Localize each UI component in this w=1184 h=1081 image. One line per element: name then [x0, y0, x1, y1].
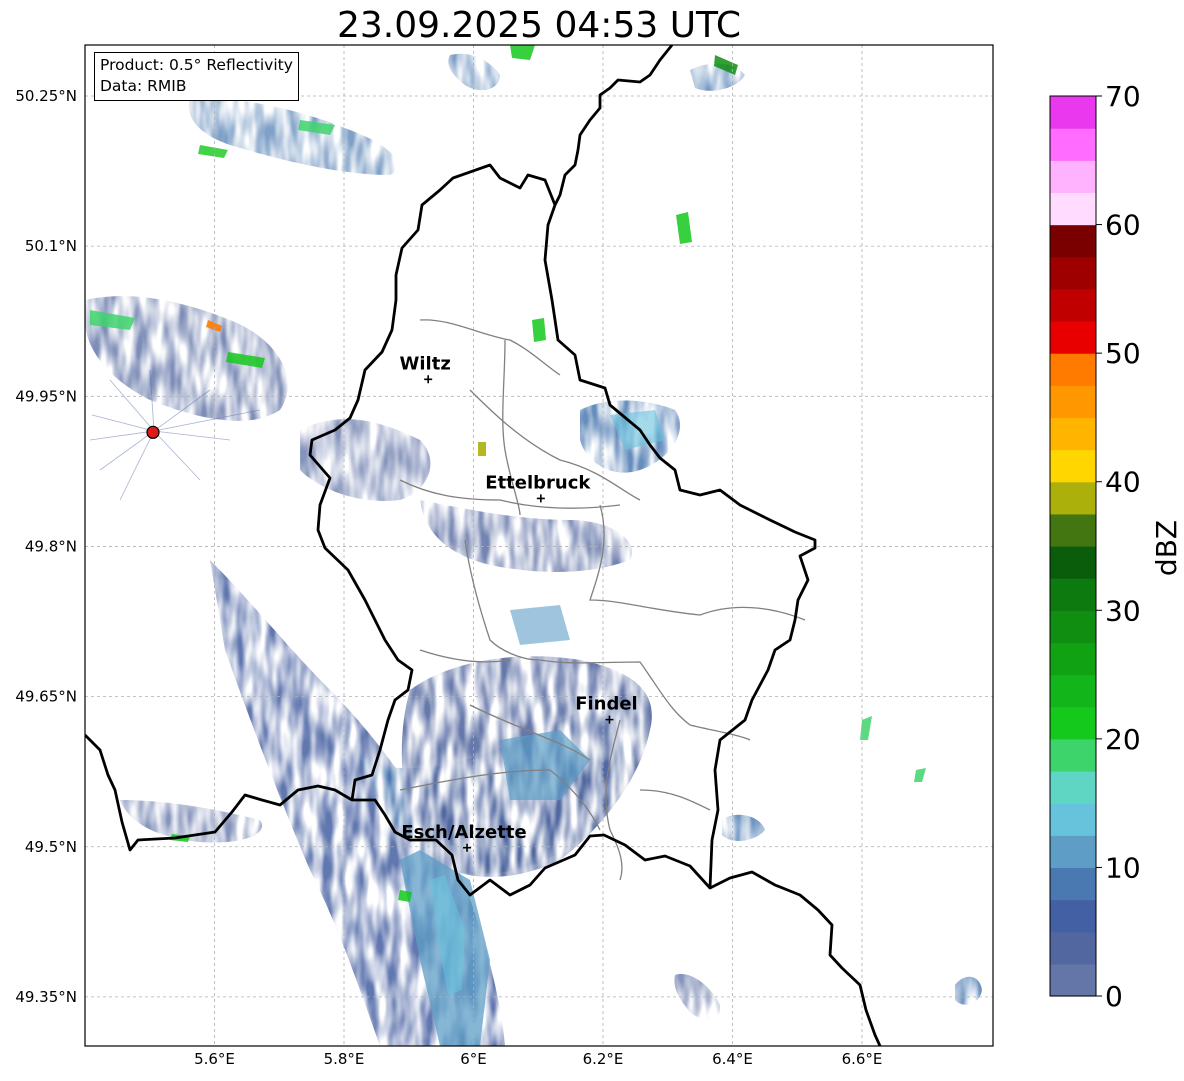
colorbar-segment	[1050, 288, 1096, 322]
colorbar-segment	[1050, 385, 1096, 419]
colorbar-tick-label: 50	[1105, 337, 1141, 370]
colorbar-segment	[1050, 706, 1096, 740]
latitude-tick-label: 49.8°N	[25, 537, 77, 555]
longitude-tick-label: 6.6°E	[842, 1050, 883, 1068]
colorbar-tick-label: 30	[1105, 594, 1141, 627]
colorbar-segment	[1050, 192, 1096, 226]
colorbar-tick-label: 0	[1105, 980, 1123, 1013]
colorbar-segment	[1050, 835, 1096, 869]
colorbar	[1049, 95, 1097, 997]
radar-map-figure: WiltzEttelbruckFindelEsch/Alzette 5.6°E 5…	[15, 44, 1183, 1068]
city-label: Esch/Alzette	[401, 822, 526, 843]
radar-site-marker[interactable]	[146, 425, 160, 439]
colorbar-segment	[1050, 899, 1096, 933]
colorbar-segment	[1050, 481, 1096, 515]
data-source-line: Data: RMIB	[100, 77, 187, 95]
longitude-ticks: 5.6°E 5.8°E 6°E 6.2°E 6.4°E 6.6°E	[194, 1050, 882, 1068]
colorbar-segment	[1050, 610, 1096, 644]
colorbar-segment	[1050, 256, 1096, 290]
latitude-ticks: 50.25°N 50.1°N 49.95°N 49.8°N 49.65°N 49.5°N 4…	[15, 87, 77, 1006]
colorbar-segment	[1050, 353, 1096, 386]
latitude-tick-label: 49.65°N	[15, 688, 77, 706]
colorbar-segment	[1050, 321, 1096, 354]
yellow-echo-center	[478, 442, 486, 456]
colorbar-segment	[1050, 128, 1096, 161]
latitude-tick-label: 50.1°N	[25, 237, 77, 255]
colorbar-ticks: 0 10 20 30 40 50 60 70	[1096, 80, 1141, 1013]
latitude-tick-label: 49.35°N	[15, 988, 77, 1006]
colorbar-segment	[1050, 513, 1096, 547]
colorbar-tick-label: 40	[1105, 466, 1141, 499]
colorbar-segment	[1050, 449, 1096, 483]
longitude-tick-label: 6.2°E	[583, 1050, 624, 1068]
colorbar-tick-label: 60	[1105, 209, 1141, 242]
colorbar-segment	[1050, 867, 1096, 901]
colorbar-segment	[1050, 160, 1096, 194]
city-label: Findel	[575, 694, 638, 715]
green-echo-south	[398, 890, 412, 902]
longitude-tick-label: 5.6°E	[194, 1050, 235, 1068]
colorbar-segment	[1050, 674, 1096, 708]
colorbar-segment	[1050, 546, 1096, 579]
city-label: Ettelbruck	[485, 472, 591, 493]
latitude-tick-label: 49.95°N	[15, 387, 77, 405]
longitude-tick-label: 6.4°E	[712, 1050, 753, 1068]
colorbar-tick-label: 10	[1105, 851, 1141, 884]
colorbar-segment	[1050, 771, 1096, 804]
colorbar-segment	[1050, 417, 1096, 451]
longitude-tick-label: 6°E	[460, 1050, 487, 1068]
colorbar-segment	[1050, 931, 1096, 965]
colorbar-segment	[1050, 738, 1096, 772]
colorbar-segment	[1050, 96, 1096, 129]
product-line: Product: 0.5° Reflectivity	[100, 56, 293, 74]
colorbar-label: dBZ	[1150, 520, 1183, 576]
colorbar-segment	[1050, 963, 1096, 997]
colorbar-segment	[1050, 803, 1096, 836]
light-echo-center	[510, 605, 570, 645]
city-label: Wiltz	[400, 353, 451, 374]
colorbar-tick-label: 70	[1105, 80, 1141, 113]
colorbar-tick-label: 20	[1105, 723, 1141, 756]
colorbar-segment	[1050, 224, 1096, 258]
latitude-tick-label: 49.5°N	[25, 838, 77, 856]
green-echo-center	[532, 318, 546, 342]
longitude-tick-label: 5.8°E	[324, 1050, 365, 1068]
colorbar-segment	[1050, 578, 1096, 611]
colorbar-segment	[1050, 642, 1096, 676]
product-info-box: Product: 0.5° Reflectivity Data: RMIB	[94, 52, 299, 101]
latitude-tick-label: 50.25°N	[15, 87, 77, 105]
